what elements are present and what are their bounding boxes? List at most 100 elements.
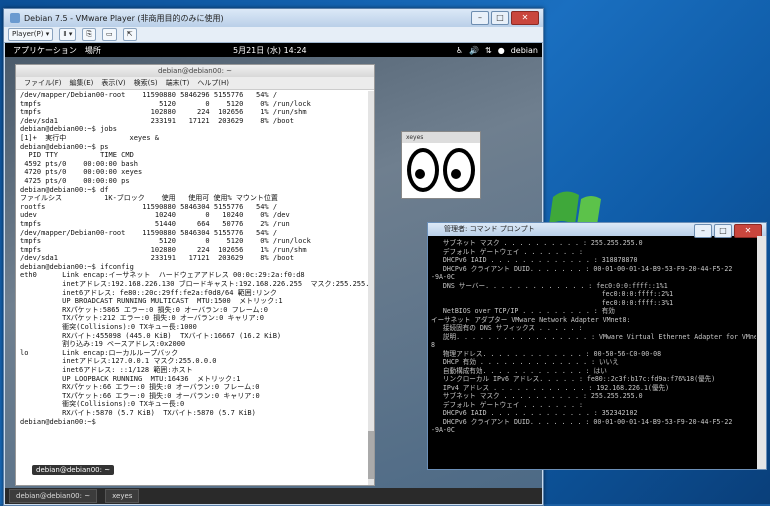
guest-taskbar: debian@debian00: ~ xeyes bbox=[5, 488, 542, 504]
output-line: fec0:0:0:ffff::2%1 bbox=[431, 290, 674, 298]
output-line: inet6アドレス: ::1/128 範囲:ホスト bbox=[20, 366, 193, 374]
output-line: RXパケット:66 エラー:0 損失:0 オーバラン:0 フレーム:0 bbox=[20, 383, 260, 392]
tooltip: debian@debian00: ~ bbox=[32, 465, 115, 475]
terminal-title[interactable]: debian@debian00: ~ bbox=[16, 65, 374, 77]
output-line: 4725 pts/0 00:00:00 ps bbox=[20, 176, 130, 185]
output-line: debian@debian00:~$ df bbox=[20, 185, 109, 194]
cmd-minimize-icon[interactable]: – bbox=[694, 224, 712, 238]
unity-button[interactable]: ▭ bbox=[102, 28, 117, 41]
output-line: 割り込み:19 ベースアドレス:0x2000 bbox=[20, 340, 186, 349]
output-line: DHCPv6 クライアント DUID. . . . . . . : 00-01-… bbox=[431, 264, 733, 273]
output-line: debian@debian00:~$ bbox=[20, 417, 101, 426]
minimize-icon[interactable]: – bbox=[471, 11, 489, 25]
output-line: NetBIOS over TCP/IP . . . . . . . . . : … bbox=[431, 307, 615, 315]
output-line: /dev/sda1 233191 17121 203629 8% /boot bbox=[20, 254, 294, 263]
task-xeyes[interactable]: xeyes bbox=[105, 489, 140, 503]
output-line: -9A-0C bbox=[431, 426, 455, 434]
scroll-thumb[interactable] bbox=[368, 431, 374, 479]
output-line: DHCPv6 IAID . . . . . . . . . . . . . : … bbox=[431, 256, 638, 264]
vmware-toolbar: Player(P) ▾ Ⅱ ▾ ⎘ ▭ ⇱ bbox=[4, 27, 543, 43]
volume-icon[interactable]: 🔊 bbox=[469, 46, 479, 55]
terminal-scrollbar[interactable] bbox=[368, 91, 374, 485]
applications-menu[interactable]: アプリケーション bbox=[13, 45, 77, 56]
menu-terminal[interactable]: 端末(T) bbox=[166, 77, 190, 89]
menu-search[interactable]: 検索(S) bbox=[134, 77, 158, 89]
output-line: イーサネット アダプター VMware Network Adapter VMne… bbox=[431, 315, 631, 324]
output-line: 衝突(Collisions):0 TXキュー長:0 bbox=[20, 400, 185, 409]
output-line: tmpfs 5120 0 5120 0% /run/lock bbox=[20, 237, 311, 246]
xeyes-title[interactable]: xeyes bbox=[402, 132, 480, 143]
output-line: サブネット マスク . . . . . . . . . . : 255.255.… bbox=[431, 392, 643, 400]
output-line: fec0:0:0:ffff::3%1 bbox=[431, 298, 674, 307]
output-line: 8 bbox=[431, 341, 435, 349]
user-name[interactable]: debian bbox=[511, 46, 538, 55]
output-line: IPv4 アドレス . . . . . . . . . . . . : 192.… bbox=[431, 383, 670, 392]
output-line: debian@debian00:~$ ps bbox=[20, 142, 109, 151]
vmware-titlebar[interactable]: Debian 7.5 - VMware Player (非商用目的のみに使用) … bbox=[4, 9, 543, 27]
gnome-topbar: アプリケーション 場所 5月21日 (水) 14:24 ♿ 🔊 ⇅ ● debi… bbox=[5, 43, 542, 57]
vmware-title: Debian 7.5 - VMware Player (非商用目的のみに使用) bbox=[24, 13, 224, 23]
output-line: inetアドレス:192.168.226.130 ブロードキャスト:192.16… bbox=[20, 280, 370, 289]
output-line: DNS サーバー. . . . . . . . . . . . . : fec0… bbox=[431, 281, 668, 290]
output-line: UP BROADCAST RUNNING MULTICAST MTU:1500 … bbox=[20, 297, 283, 306]
output-line: 自動構成有効. . . . . . . . . . . . . : はい bbox=[431, 366, 607, 375]
terminal-output[interactable]: /dev/mapper/Debian00-root 11590880 58462… bbox=[20, 91, 370, 485]
output-line: tmpfs 102880 224 102656 1% /run/shm bbox=[20, 245, 307, 254]
eyes-icon bbox=[407, 148, 475, 192]
system-tray: ♿ 🔊 ⇅ ● debian bbox=[456, 46, 538, 55]
menu-help[interactable]: ヘルプ(H) bbox=[197, 77, 229, 89]
output-line: tmpfs 5120 0 5120 0% /run/lock bbox=[20, 99, 311, 108]
accessibility-icon[interactable]: ♿ bbox=[456, 46, 463, 55]
xeyes-window: xeyes bbox=[401, 131, 481, 199]
network-icon[interactable]: ⇅ bbox=[485, 46, 492, 55]
user-icon[interactable]: ● bbox=[498, 46, 505, 55]
task-terminal[interactable]: debian@debian00: ~ bbox=[9, 489, 98, 503]
output-line: リンクローカル IPv6 アドレス. . . . . : fe80::2c3f:… bbox=[431, 375, 716, 383]
output-line: inet6アドレス: fe80::20c:29ff:fe2a:f0d8/64 範… bbox=[20, 288, 277, 297]
output-line: debian@debian00:~$ jobs bbox=[20, 125, 117, 134]
output-line: PID TTY TIME CMD bbox=[20, 151, 134, 160]
output-line: rootfs 11590880 5846304 5155776 54% / bbox=[20, 202, 278, 211]
player-menu-button[interactable]: Player(P) ▾ bbox=[8, 28, 54, 41]
output-line: 4592 pts/0 00:00:00 bash bbox=[20, 159, 139, 168]
output-line: eth0 Link encap:イーサネット ハードウェアアドレス 00:0c:… bbox=[20, 271, 305, 280]
output-line: 説明. . . . . . . . . . . . . . . . . : VM… bbox=[431, 332, 756, 341]
output-line: -9A-0C bbox=[431, 273, 455, 281]
output-line: 4720 pts/0 00:00:00 xeyes bbox=[20, 168, 143, 177]
menu-edit[interactable]: 編集(E) bbox=[70, 77, 94, 89]
cmd-maximize-icon[interactable]: □ bbox=[714, 224, 732, 238]
host-desktop: Debian 7.5 - VMware Player (非商用目的のみに使用) … bbox=[0, 0, 770, 506]
places-menu[interactable]: 場所 bbox=[85, 45, 101, 56]
output-line: サブネット マスク . . . . . . . . . . : 255.255.… bbox=[431, 239, 643, 247]
output-line: RXバイト:5870 (5.7 KiB) TXバイト:5870 (5.7 KiB… bbox=[20, 408, 256, 417]
terminal-menubar: ファイル(F) 編集(E) 表示(V) 検索(S) 端末(T) ヘルプ(H) bbox=[16, 77, 374, 90]
output-line: udev 10240 0 10240 0% /dev bbox=[20, 211, 290, 220]
send-ctrl-alt-del-button[interactable]: ⎘ bbox=[82, 28, 97, 41]
cmd-title: 管理者: コマンド プロンプト bbox=[444, 225, 535, 233]
clock[interactable]: 5月21日 (水) 14:24 bbox=[233, 45, 307, 56]
menu-view[interactable]: 表示(V) bbox=[101, 77, 125, 89]
cmd-window: 管理者: コマンド プロンプト – □ ✕ サブネット マスク . . . . … bbox=[427, 222, 767, 470]
cmd-scrollbar[interactable] bbox=[757, 236, 766, 469]
fullscreen-button[interactable]: ⇱ bbox=[122, 28, 137, 41]
output-line: 物理アドレス. . . . . . . . . . . . . : 00-50-… bbox=[431, 349, 662, 358]
vmware-app-icon bbox=[10, 13, 20, 23]
cmd-output[interactable]: サブネット マスク . . . . . . . . . . : 255.255.… bbox=[431, 239, 756, 467]
output-line: RXバイト:455098 (445.0 KiB) TXバイト:16667 (16… bbox=[20, 331, 282, 340]
terminal-window: debian@debian00: ~ ファイル(F) 編集(E) 表示(V) 検… bbox=[15, 64, 375, 486]
output-line: debian@debian00:~$ ifconfig bbox=[20, 262, 134, 271]
output-line: デフォルト ゲートウェイ . . . . . . . : bbox=[431, 247, 583, 256]
output-line: [1]+ 実行中 xeyes & bbox=[20, 133, 160, 142]
cmd-titlebar[interactable]: 管理者: コマンド プロンプト – □ ✕ bbox=[428, 223, 766, 238]
maximize-icon[interactable]: □ bbox=[491, 11, 509, 25]
output-line: /dev/mapper/Debian00-root 11590880 58463… bbox=[20, 228, 278, 237]
output-line: tmpfs 102880 224 102656 1% /run/shm bbox=[20, 108, 307, 117]
pause-button[interactable]: Ⅱ ▾ bbox=[59, 28, 77, 41]
output-line: DHCP 有効 . . . . . . . . . . . . . . : いい… bbox=[431, 358, 619, 366]
output-line: UP LOOPBACK RUNNING MTU:16436 メトリック:1 bbox=[20, 374, 241, 383]
output-line: 接続固有の DNS サフィックス . . . . . : bbox=[431, 324, 583, 332]
close-icon[interactable]: ✕ bbox=[511, 11, 539, 25]
menu-file[interactable]: ファイル(F) bbox=[24, 77, 62, 89]
output-line: lo Link encap:ローカルループバック bbox=[20, 348, 179, 357]
output-line: TXパケット:212 エラー:0 損失:0 オーバラン:0 キャリア:0 bbox=[20, 314, 264, 323]
